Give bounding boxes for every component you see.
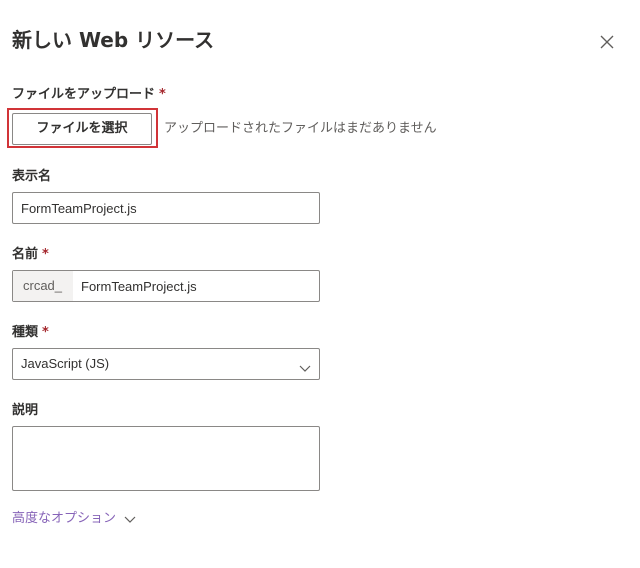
- chevron-down-icon: [124, 513, 136, 525]
- description-label: 説明: [12, 402, 38, 420]
- display-name-field[interactable]: [12, 192, 320, 224]
- display-name-label-text: 表示名: [12, 169, 52, 184]
- name-field[interactable]: crcad_: [12, 270, 320, 302]
- type-select[interactable]: JavaScript (JS): [12, 348, 320, 380]
- new-web-resource-panel: 新しい Web リソース ファイルをアップロード * ファイルを選択 アップロード…: [0, 0, 640, 568]
- name-prefix: crcad_: [13, 271, 73, 301]
- chevron-down-icon: [299, 359, 311, 372]
- name-input[interactable]: [73, 271, 319, 301]
- name-label: 名前 *: [12, 246, 49, 264]
- type-select-value: JavaScript (JS): [21, 356, 110, 371]
- display-name-input[interactable]: [13, 193, 319, 223]
- description-label-text: 説明: [12, 403, 39, 418]
- panel-title: 新しい Web リソース: [12, 28, 215, 52]
- advanced-options-toggle[interactable]: 高度なオプション: [12, 510, 136, 528]
- required-mark: *: [42, 247, 49, 262]
- description-textarea[interactable]: [12, 426, 320, 491]
- upload-label: ファイルをアップロード *: [12, 86, 166, 104]
- upload-label-text: ファイルをアップロード: [12, 87, 156, 102]
- type-label: 種類 *: [12, 324, 49, 342]
- upload-status-text: アップロードされたファイルはまだありません: [164, 121, 437, 136]
- required-mark: *: [42, 325, 49, 340]
- choose-file-button[interactable]: ファイルを選択: [12, 113, 152, 145]
- type-label-text: 種類: [12, 325, 39, 340]
- close-icon[interactable]: [598, 33, 616, 51]
- display-name-label: 表示名: [12, 168, 51, 186]
- name-label-text: 名前: [12, 247, 39, 262]
- advanced-options-label: 高度なオプション: [12, 511, 117, 526]
- required-mark: *: [159, 87, 166, 102]
